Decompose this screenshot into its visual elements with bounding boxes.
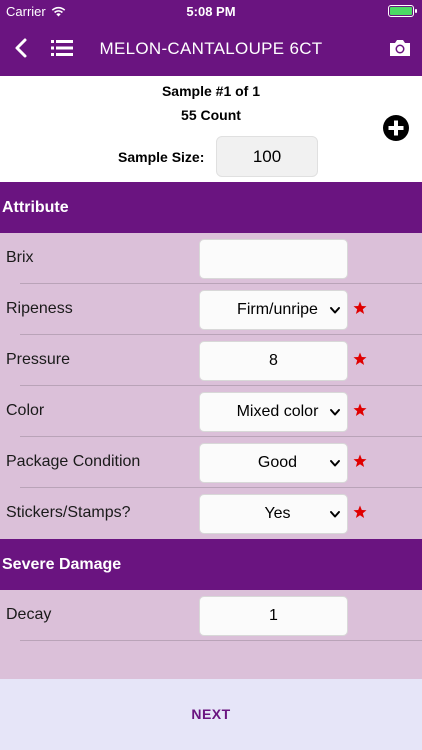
damage-label: Decay <box>6 606 52 623</box>
battery-icon <box>388 5 417 17</box>
attribute-label: Brix <box>6 249 34 266</box>
chevron-down-icon <box>330 460 340 467</box>
attribute-label: Ripeness <box>6 300 73 317</box>
attribute-row-pressure: Pressure 8 <box>0 335 422 386</box>
sample-title: Sample #1 of 1 <box>161 83 261 99</box>
stickers-select[interactable]: Yes <box>199 494 348 534</box>
severe-damage-list: Decay 1 <box>0 590 422 679</box>
attribute-label: Stickers/Stamps? <box>6 504 131 521</box>
attribute-label: Package Condition <box>6 453 141 470</box>
status-time: 5:08 PM <box>186 4 236 19</box>
required-star-icon <box>353 505 367 518</box>
attribute-row-ripeness: Ripeness Firm/unripe <box>0 284 422 335</box>
sample-size-label: Sample Size: <box>118 149 205 165</box>
sample-count: 55 Count <box>181 107 241 123</box>
attribute-list: Brix Ripeness Firm/unripe Pressure 8 Col… <box>0 233 422 539</box>
sample-size-input[interactable]: 100 <box>216 136 318 177</box>
section-header-attribute: Attribute <box>0 182 422 233</box>
next-button[interactable]: NEXT <box>0 706 422 722</box>
attribute-label: Pressure <box>6 351 71 368</box>
attribute-row-stickers: Stickers/Stamps? Yes <box>0 488 422 539</box>
damage-row-decay: Decay 1 <box>0 590 422 641</box>
required-star-icon <box>353 301 367 314</box>
attribute-row-brix: Brix <box>0 233 422 284</box>
chevron-down-icon <box>330 307 340 314</box>
required-star-icon <box>353 403 367 416</box>
sample-header: Sample #1 of 1 55 Count Sample Size: 100 <box>0 76 422 182</box>
attribute-label: Color <box>6 402 45 419</box>
ripeness-select[interactable]: Firm/unripe <box>199 290 348 330</box>
attribute-row-color: Color Mixed color <box>0 386 422 437</box>
plus-circle-icon[interactable] <box>382 114 410 142</box>
status-bar: Carrier 5:08 PM <box>0 0 422 22</box>
chevron-down-icon <box>330 409 340 416</box>
attribute-row-package-condition: Package Condition Good <box>0 437 422 488</box>
nav-bar: MELON-CANTALOUPE 6CT <box>0 22 422 76</box>
camera-icon[interactable] <box>388 36 412 60</box>
color-select[interactable]: Mixed color <box>199 392 348 432</box>
required-star-icon <box>353 454 367 467</box>
decay-input[interactable]: 1 <box>199 596 348 636</box>
page-title: MELON-CANTALOUPE 6CT <box>99 39 323 58</box>
package-condition-select[interactable]: Good <box>199 443 348 483</box>
row-divider <box>20 640 422 641</box>
required-star-icon <box>353 352 367 365</box>
section-header-severe-damage: Severe Damage <box>0 539 422 590</box>
chevron-down-icon <box>330 511 340 518</box>
brix-input[interactable] <box>199 239 348 279</box>
pressure-input[interactable]: 8 <box>199 341 348 381</box>
footer-bar: NEXT <box>0 679 422 750</box>
